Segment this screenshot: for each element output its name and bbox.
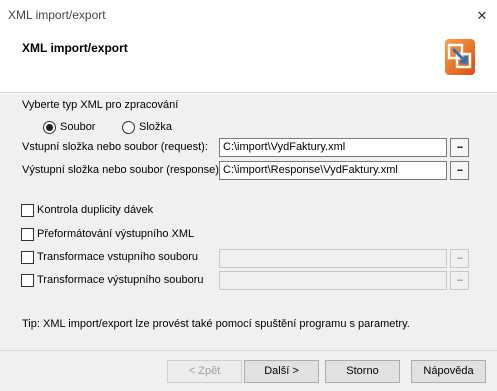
help-button[interactable]: Nápověda (411, 360, 486, 383)
title-bar: XML import/export ✕ (0, 0, 497, 31)
transform-output-field[interactable] (219, 271, 447, 290)
output-browse-button[interactable]: ... (450, 161, 469, 180)
wizard-header: XML import/export (0, 31, 497, 93)
transform-input-browse-button[interactable]: ... (450, 249, 469, 268)
back-button[interactable]: < Zpět (167, 360, 242, 383)
tip-text: Tip: XML import/export lze provést také … (22, 318, 410, 330)
output-path-field[interactable]: C:\import\Response\VydFaktury.xml (219, 161, 447, 180)
radio-soubor[interactable] (43, 121, 56, 134)
checkbox-transform-input-label[interactable]: Transformace vstupního souboru (37, 251, 198, 263)
page-title: XML import/export (22, 41, 128, 55)
output-path-label: Výstupní složka nebo soubor (response): (22, 164, 222, 176)
radio-slozka[interactable] (122, 121, 135, 134)
close-icon[interactable]: ✕ (467, 0, 497, 31)
transform-output-browse-button[interactable]: ... (450, 271, 469, 290)
checkbox-transform-input[interactable] (21, 251, 34, 264)
input-browse-button[interactable]: ... (450, 138, 469, 157)
button-bar: < Zpět Další > Storno Nápověda (0, 350, 497, 391)
next-button[interactable]: Další > (244, 360, 319, 383)
radio-slozka-label[interactable]: Složka (139, 121, 172, 133)
wizard-body: Vyberte typ XML pro zpracování Soubor Sl… (0, 94, 497, 350)
input-path-field[interactable]: C:\import\VydFaktury.xml (219, 138, 447, 157)
checkbox-transform-output-label[interactable]: Transformace výstupního souboru (37, 274, 204, 286)
checkbox-transform-output[interactable] (21, 274, 34, 287)
checkbox-duplicity-label[interactable]: Kontrola duplicity dávek (37, 204, 153, 216)
type-label: Vyberte typ XML pro zpracování (22, 99, 179, 111)
radio-soubor-label[interactable]: Soubor (60, 121, 95, 133)
cancel-button[interactable]: Storno (325, 360, 400, 383)
checkbox-reformat-label[interactable]: Přeformátování výstupního XML (37, 228, 194, 240)
window-title: XML import/export (8, 8, 106, 22)
transform-input-field[interactable] (219, 249, 447, 268)
input-path-label: Vstupní složka nebo soubor (request): (22, 141, 208, 153)
checkbox-reformat[interactable] (21, 228, 34, 241)
import-export-logo (445, 39, 475, 75)
checkbox-duplicity[interactable] (21, 204, 34, 217)
